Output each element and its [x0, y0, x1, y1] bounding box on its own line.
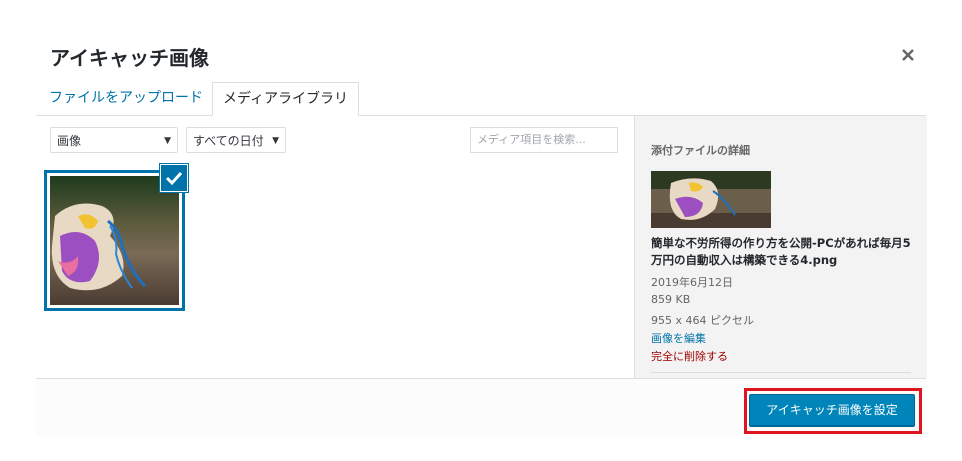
- attachment-dimensions: 955 x 464 ピクセル: [651, 314, 754, 327]
- media-tabs: ファイルをアップロード メディアライブラリ: [36, 81, 926, 116]
- attachment-date: 2019年6月12日: [651, 276, 733, 289]
- date-filter-value: すべての日付: [193, 134, 264, 148]
- attachment-filename: 簡単な不労所得の作り方を公開-PCがあれば毎月5万円の自動収入は構築できる4.p…: [651, 236, 911, 267]
- delete-permanently-link[interactable]: 完全に削除する: [651, 348, 728, 364]
- tab-media-library[interactable]: メディアライブラリ: [212, 82, 360, 116]
- dropdown-arrow-icon: ▼: [164, 136, 171, 146]
- set-featured-image-button[interactable]: アイキャッチ画像を設定: [749, 394, 915, 426]
- close-icon[interactable]: [900, 47, 916, 63]
- date-filter[interactable]: すべての日付 ▼: [186, 127, 286, 153]
- dropdown-arrow-icon: ▼: [272, 136, 279, 146]
- attachment-image: [50, 176, 179, 305]
- selected-check-icon[interactable]: [161, 165, 187, 191]
- attachment-preview-image: [651, 171, 771, 228]
- modal-title: アイキャッチ画像: [50, 46, 209, 70]
- edit-image-link[interactable]: 画像を編集: [651, 330, 706, 346]
- media-type-value: 画像: [57, 134, 82, 148]
- media-browser: 画像 ▼ すべての日付 ▼ メディア項目を検索...: [36, 116, 634, 378]
- sidebar-divider: [651, 372, 911, 373]
- media-modal: アイキャッチ画像 ファイルをアップロード メディアライブラリ 画像 ▼ すべての…: [36, 33, 927, 437]
- attachment-details-heading: 添付ファイルの詳細: [651, 144, 750, 157]
- media-search-input[interactable]: メディア項目を検索...: [470, 127, 618, 153]
- tab-upload-files[interactable]: ファイルをアップロード: [39, 82, 213, 114]
- attachment-details-sidebar: 添付ファイルの詳細 簡単な不労所得の作り方を公開-PCがあれば毎月5万円の自動収…: [634, 116, 927, 378]
- media-toolbar: アイキャッチ画像を設定: [36, 378, 926, 437]
- media-type-filter[interactable]: 画像 ▼: [50, 127, 178, 153]
- attachment-filesize: 859 KB: [651, 293, 691, 306]
- attachment-thumbnail[interactable]: [44, 170, 185, 311]
